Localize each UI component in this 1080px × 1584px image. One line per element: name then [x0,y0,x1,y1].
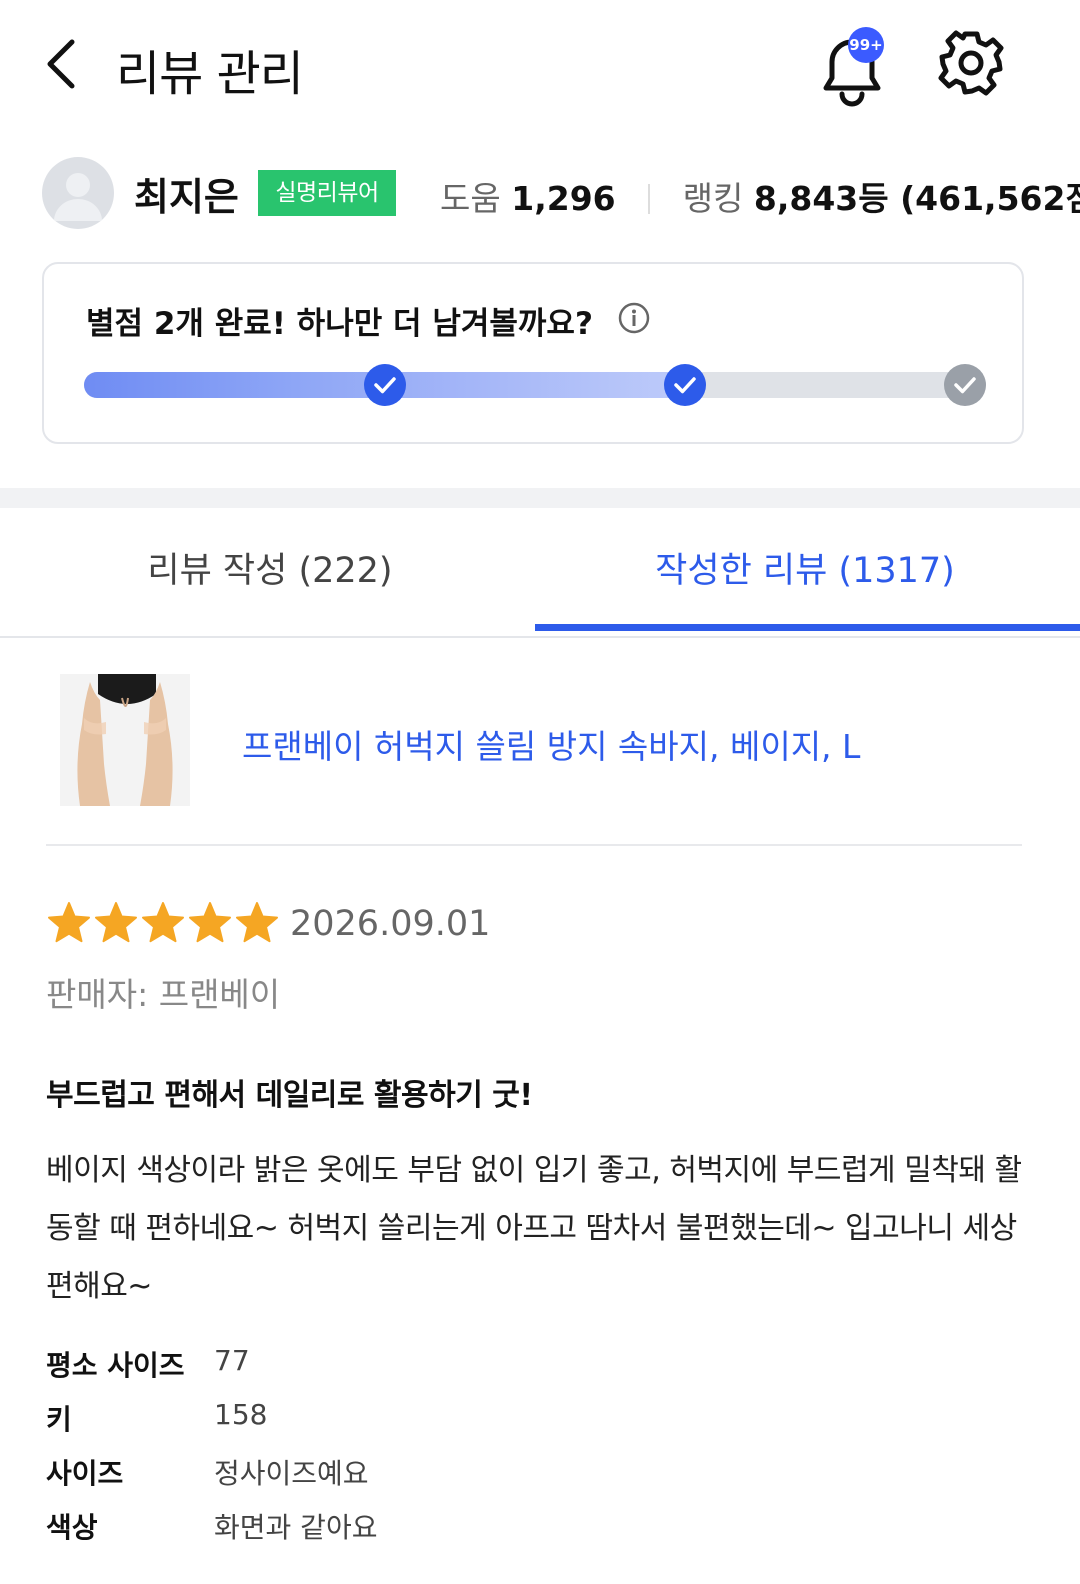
user-name: 최지은 [134,175,239,219]
star-icon [140,900,186,946]
spec-label: 평소 사이즈 [46,1349,185,1382]
info-icon[interactable] [618,302,650,334]
spec-label: 키 [46,1403,72,1436]
star-icon [234,900,280,946]
review-progress-card: 별점 2개 완료! 하나만 더 남겨볼까요? [42,262,1024,444]
spec-row-size: 사이즈 정사이즈예요 [46,1452,946,1506]
active-tab-indicator [535,624,1080,631]
tab-written-reviews[interactable]: 작성한 리뷰 (1317) [535,508,1075,634]
star-icon [46,900,92,946]
review-date: 2026.09.01 [290,904,491,944]
product-name-link[interactable]: 프랜베이 허벅지 쓸림 방지 속바지, 베이지, L [242,720,860,768]
seller-name: 프랜베이 [158,975,281,1014]
seller-info: 판매자: 프랜베이 [46,968,280,1016]
verified-reviewer-badge: 실명리뷰어 [258,170,396,216]
check-icon [674,377,697,394]
helpful-label: 도움 [440,179,501,218]
gear-icon [938,30,1004,96]
spec-value: 158 [214,1398,268,1431]
ranking-value: 8,843등 (461,562점) [753,179,1080,218]
check-icon [954,377,976,394]
progress-step-3 [944,364,986,406]
app-header: 리뷰 관리 99+ [0,0,1080,130]
spec-row-height: 키 158 [46,1398,946,1452]
progress-title: 별점 2개 완료! 하나만 더 남겨볼까요? [86,306,593,342]
notification-count-badge: 99+ [848,27,884,63]
spec-value: 화면과 같아요 [214,1511,378,1544]
progress-step-1 [363,364,406,406]
progress-step-2 [664,364,707,406]
user-silhouette-icon [54,173,102,221]
product-thumbnail[interactable] [60,674,190,806]
product-divider [46,844,1022,846]
spec-row-color: 색상 화면과 같아요 [46,1506,946,1560]
helpful-count: 1,296 [511,179,616,218]
spec-value: 77 [214,1344,250,1377]
avatar[interactable] [42,157,114,229]
stats-divider [648,184,651,214]
ranking-label: 랭킹 [682,179,744,218]
spec-row-usual-size: 평소 사이즈 77 [46,1344,946,1398]
review-tabs: 리뷰 작성 (222) 작성한 리뷰 (1317) [0,508,1080,638]
seller-label: 판매자: [46,975,149,1014]
review-specs: 평소 사이즈 77 키 158 사이즈 정사이즈예요 색상 화면과 같아요 [46,1344,946,1560]
progress-track [84,372,986,398]
user-stats: 도움 1,296 랭킹 8,843등 (461,562점) [440,172,1080,220]
tab-write-review[interactable]: 리뷰 작성 (222) [0,508,540,634]
star-icon [93,900,139,946]
chevron-left-icon[interactable] [38,36,88,92]
spec-value: 정사이즈예요 [214,1457,369,1490]
settings-button[interactable] [936,28,1006,98]
review-headline: 부드럽고 편해서 데일리로 활용하기 굿! [46,1078,533,1113]
page-title: 리뷰 관리 [116,46,304,102]
section-gap [0,488,1080,508]
star-icon [187,900,233,946]
spec-label: 색상 [46,1511,98,1544]
spec-label: 사이즈 [46,1457,124,1490]
review-body: 베이지 색상이라 밝은 옷에도 부담 없이 입기 좋고, 허벅지에 부드럽게 밀… [46,1153,1022,1304]
check-icon [373,377,396,394]
